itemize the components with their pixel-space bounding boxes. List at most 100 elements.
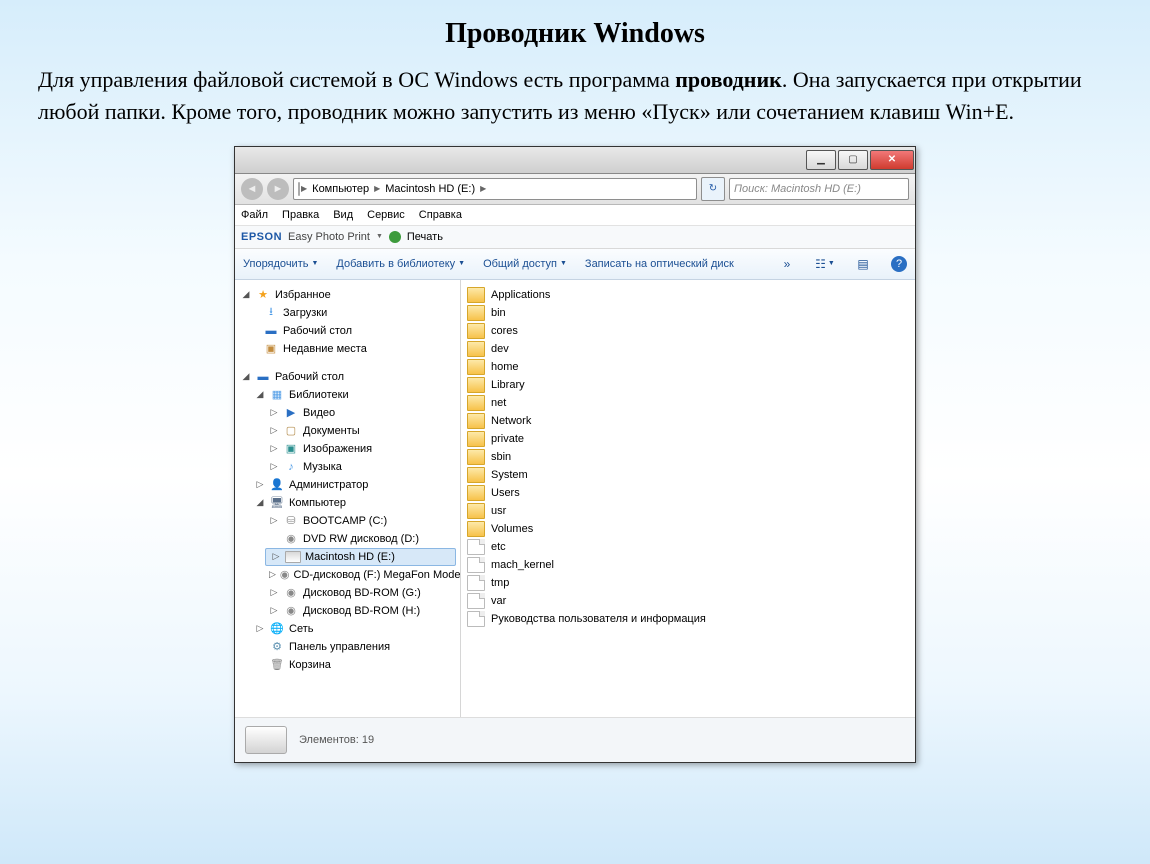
epson-toolbar: EPSON Easy Photo Print ▼ Печать [235, 226, 915, 249]
list-item[interactable]: Library [463, 376, 913, 394]
list-item[interactable]: var [463, 592, 913, 610]
folder-icon [467, 431, 485, 447]
list-item[interactable]: cores [463, 322, 913, 340]
tree-item[interactable]: ▷♪Музыка [235, 458, 460, 476]
tree-item[interactable]: ⭳Загрузки [235, 304, 460, 322]
breadcrumb-item[interactable]: Компьютер [308, 183, 373, 195]
organize-button[interactable]: Упорядочить▼ [243, 258, 318, 270]
help-button[interactable]: ? [891, 256, 907, 272]
tree-computer[interactable]: ◢🖥Компьютер [235, 494, 460, 512]
folder-icon [467, 485, 485, 501]
tree-item[interactable]: 🗑Корзина [235, 656, 460, 674]
tree-item[interactable]: ⚙Панель управления [235, 638, 460, 656]
command-toolbar: Упорядочить▼ Добавить в библиотеку▼ Общи… [235, 249, 915, 280]
folder-icon [467, 503, 485, 519]
print-icon [389, 231, 401, 243]
add-library-button[interactable]: Добавить в библиотеку▼ [336, 258, 465, 270]
navigation-tree[interactable]: ◢★Избранное ⭳Загрузки ▬Рабочий стол ▣Нед… [235, 280, 461, 717]
tree-item[interactable]: ▷◉Дисковод BD-ROM (H:) [235, 602, 460, 620]
list-item[interactable]: Users [463, 484, 913, 502]
burn-button[interactable]: Записать на оптический диск [585, 258, 734, 270]
list-item[interactable]: System [463, 466, 913, 484]
tree-item-selected[interactable]: ▷Macintosh HD (E:) [265, 548, 456, 566]
list-item[interactable]: mach_kernel [463, 556, 913, 574]
file-list[interactable]: Applications bin cores dev home Library … [461, 280, 915, 717]
menu-view[interactable]: Вид [333, 209, 353, 221]
intro-paragraph: Для управления файловой системой в ОС Wi… [38, 64, 1112, 128]
list-item[interactable]: usr [463, 502, 913, 520]
drive-icon [245, 726, 287, 754]
file-icon [467, 557, 485, 573]
forward-button[interactable]: ► [267, 178, 289, 200]
tree-item[interactable]: ▷🌐Сеть [235, 620, 460, 638]
tree-desktop[interactable]: ◢▬Рабочий стол [235, 368, 460, 386]
folder-icon [467, 377, 485, 393]
tree-item[interactable]: ▷⛁BOOTCAMP (C:) [235, 512, 460, 530]
folder-icon [467, 395, 485, 411]
file-icon [467, 611, 485, 627]
tree-item[interactable]: ▬Рабочий стол [235, 322, 460, 340]
list-item[interactable]: tmp [463, 574, 913, 592]
list-item[interactable]: Volumes [463, 520, 913, 538]
page-title: Проводник Windows [38, 18, 1112, 50]
minimize-button[interactable]: ▁ [806, 150, 836, 170]
tree-favorites[interactable]: ◢★Избранное [235, 286, 460, 304]
file-icon [467, 575, 485, 591]
tree-item[interactable]: ▷▶Видео [235, 404, 460, 422]
folder-icon [467, 287, 485, 303]
folder-icon [467, 341, 485, 357]
back-button[interactable]: ◄ [241, 178, 263, 200]
tree-item[interactable]: ▷◉Дисковод BD-ROM (G:) [235, 584, 460, 602]
list-item[interactable]: home [463, 358, 913, 376]
navigation-bar: ◄ ► ▶ Компьютер ▶ Macintosh HD (E:) ▶ ↻ … [235, 174, 915, 205]
list-item[interactable]: dev [463, 340, 913, 358]
preview-pane-button[interactable]: ▤ [853, 254, 873, 274]
list-item[interactable]: Руководства пользователя и информация [463, 610, 913, 628]
folder-icon [467, 359, 485, 375]
tree-item[interactable]: ▣Недавние места [235, 340, 460, 358]
share-button[interactable]: Общий доступ▼ [483, 258, 567, 270]
folder-icon [467, 449, 485, 465]
tree-item[interactable]: ▷👤Администратор [235, 476, 460, 494]
menu-help[interactable]: Справка [419, 209, 462, 221]
list-item[interactable]: sbin [463, 448, 913, 466]
window-titlebar: ▁ ▢ ✕ [235, 147, 915, 174]
more-button[interactable]: » [777, 254, 797, 274]
view-options-button[interactable]: ☷▼ [815, 254, 835, 274]
status-bar: Элементов: 19 [235, 717, 915, 762]
list-item[interactable]: Network [463, 412, 913, 430]
tree-libraries[interactable]: ◢▦Библиотеки [235, 386, 460, 404]
refresh-button[interactable]: ↻ [701, 177, 725, 201]
epson-product[interactable]: Easy Photo Print [288, 231, 370, 243]
status-text: Элементов: 19 [299, 734, 374, 746]
breadcrumb-item[interactable]: Macintosh HD (E:) [381, 183, 479, 195]
folder-icon [467, 323, 485, 339]
list-item[interactable]: Applications [463, 286, 913, 304]
folder-icon [467, 521, 485, 537]
folder-icon [467, 305, 485, 321]
list-item[interactable]: net [463, 394, 913, 412]
folder-icon [467, 413, 485, 429]
folder-icon [467, 467, 485, 483]
tree-item[interactable]: ▷◉CD-дисковод (F:) MegaFon Modem [235, 566, 460, 584]
menu-service[interactable]: Сервис [367, 209, 405, 221]
file-icon [467, 593, 485, 609]
list-item[interactable]: etc [463, 538, 913, 556]
close-button[interactable]: ✕ [870, 150, 914, 170]
maximize-button[interactable]: ▢ [838, 150, 868, 170]
search-placeholder: Поиск: Macintosh HD (E:) [734, 183, 861, 195]
menu-edit[interactable]: Правка [282, 209, 319, 221]
menu-file[interactable]: Файл [241, 209, 268, 221]
tree-item[interactable]: ▷▢Документы [235, 422, 460, 440]
epson-brand: EPSON [241, 231, 282, 243]
address-bar[interactable]: ▶ Компьютер ▶ Macintosh HD (E:) ▶ [293, 178, 697, 200]
search-input[interactable]: Поиск: Macintosh HD (E:) [729, 178, 909, 200]
menu-bar: Файл Правка Вид Сервис Справка [235, 205, 915, 226]
explorer-window: ▁ ▢ ✕ ◄ ► ▶ Компьютер ▶ Macintosh HD (E:… [234, 146, 916, 763]
file-icon [467, 539, 485, 555]
print-label[interactable]: Печать [407, 231, 443, 243]
list-item[interactable]: bin [463, 304, 913, 322]
tree-item[interactable]: ▷▣Изображения [235, 440, 460, 458]
tree-item[interactable]: ◉DVD RW дисковод (D:) [235, 530, 460, 548]
list-item[interactable]: private [463, 430, 913, 448]
